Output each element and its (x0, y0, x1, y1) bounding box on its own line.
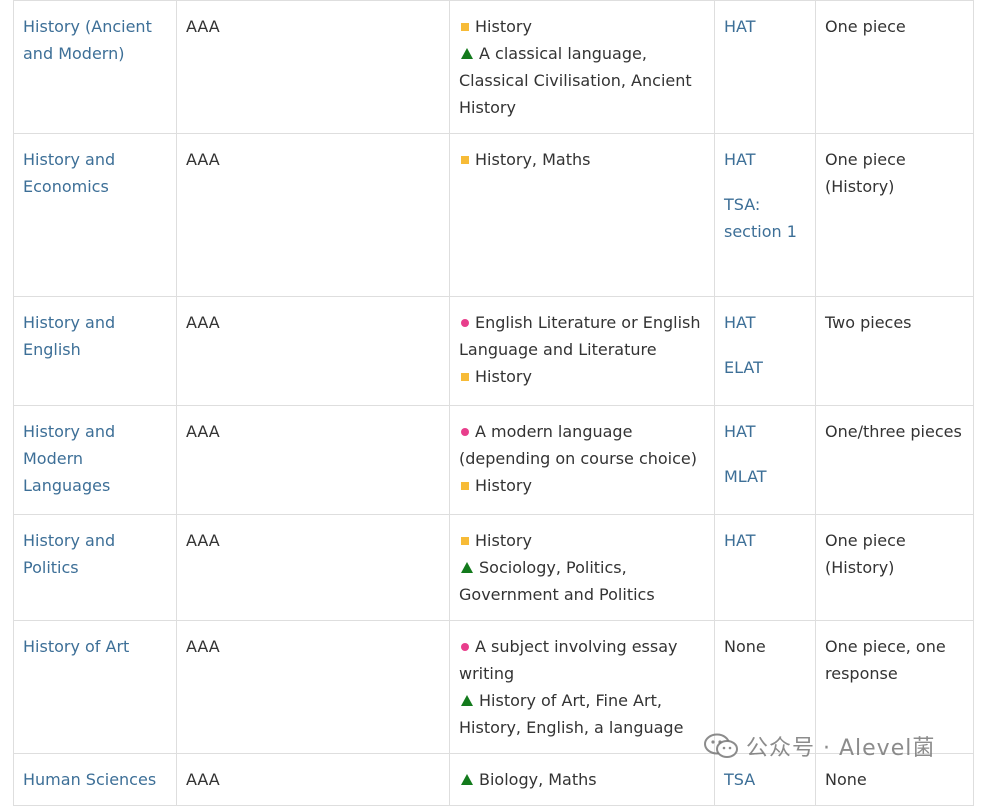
admissions-test-cell: HAT TSA: section 1 (714, 133, 816, 297)
grades-cell: AAA (176, 514, 450, 621)
course-link[interactable]: History and Politics (23, 531, 115, 577)
subject-text: A modern language (depending on course c… (459, 422, 698, 468)
course-link[interactable]: History and Modern Languages (23, 422, 115, 495)
course-link[interactable]: History and English (23, 313, 115, 359)
test-link[interactable]: HAT (724, 13, 806, 40)
dot-marker-icon (461, 428, 469, 436)
wechat-icon (704, 733, 738, 758)
subject-text: History (475, 531, 532, 550)
subject-requirement: History (459, 527, 705, 554)
square-marker-icon (461, 482, 469, 490)
subject-requirement: Biology, Maths (459, 766, 705, 793)
table-row: History (Ancient and Modern) AAA History A … (13, 0, 974, 134)
written-work-cell: Two pieces (815, 296, 974, 406)
watermark-text: 公众号 · Alevel菌 (746, 736, 936, 761)
courses-table: History (Ancient and Modern) AAA History A … (13, 0, 974, 806)
subjects-cell: Biology, Maths (449, 753, 715, 806)
grades-cell: AAA (176, 0, 450, 134)
test-link[interactable]: MLAT (724, 463, 806, 490)
table-row: History and English AAA English Literature… (13, 296, 974, 406)
test-link[interactable]: HAT (724, 146, 806, 173)
subjects-cell: A modern language (depending on course c… (449, 405, 715, 515)
subject-requirement: History (459, 472, 705, 499)
table-row: History and Economics AAA History, Maths HA… (13, 133, 974, 297)
test-link[interactable]: TSA (724, 766, 806, 793)
subject-text: A classical language, Classical Civilisa… (459, 44, 692, 117)
course-cell: Human Sciences (13, 753, 177, 806)
written-work-cell: One piece (History) (815, 133, 974, 297)
course-cell: History and Politics (13, 514, 177, 621)
triangle-marker-icon (461, 695, 473, 706)
subject-text: Biology, Maths (479, 770, 597, 789)
test-text: None (724, 637, 766, 656)
subject-requirement: History, Maths (459, 146, 705, 173)
subject-requirement: Sociology, Politics, Government and Poli… (459, 554, 705, 608)
written-work-cell: One piece (History) (815, 514, 974, 621)
admissions-test-cell: HAT (714, 514, 816, 621)
subjects-cell: History, Maths (449, 133, 715, 297)
subject-text: History (475, 476, 532, 495)
course-link[interactable]: Human Sciences (23, 770, 156, 789)
square-marker-icon (461, 373, 469, 381)
triangle-marker-icon (461, 562, 473, 573)
admissions-test-cell: HAT MLAT (714, 405, 816, 515)
table-row: History and Modern Languages AAA A modern … (13, 405, 974, 515)
admissions-test-cell: HAT (714, 0, 816, 134)
test-link[interactable]: HAT (724, 527, 806, 554)
dot-marker-icon (461, 319, 469, 327)
subject-requirement: A modern language (depending on course c… (459, 418, 705, 472)
watermark: 公众号 · Alevel菌 (704, 732, 936, 761)
test-link[interactable]: ELAT (724, 354, 806, 381)
test-link[interactable]: TSA: section 1 (724, 191, 806, 245)
subject-text: History (475, 367, 532, 386)
subject-requirement: History of Art, Fine Art, History, Engli… (459, 687, 705, 741)
subject-text: English Literature or English Language a… (459, 313, 701, 359)
subject-text: History, Maths (475, 150, 591, 169)
subject-text: A subject involving essay writing (459, 637, 678, 683)
subject-requirement: History (459, 363, 705, 390)
written-work-cell: One piece (815, 0, 974, 134)
subject-requirement: History (459, 13, 705, 40)
square-marker-icon (461, 537, 469, 545)
admissions-test-cell: HAT ELAT (714, 296, 816, 406)
course-link[interactable]: History (Ancient and Modern) (23, 17, 152, 63)
subjects-cell: History A classical language, Classical C… (449, 0, 715, 134)
dot-marker-icon (461, 643, 469, 651)
subjects-cell: History Sociology, Politics, Government a… (449, 514, 715, 621)
square-marker-icon (461, 156, 469, 164)
subject-requirement: A classical language, Classical Civilisa… (459, 40, 705, 121)
course-cell: History of Art (13, 620, 177, 754)
subjects-cell: A subject involving essay writing History… (449, 620, 715, 754)
grades-cell: AAA (176, 620, 450, 754)
triangle-marker-icon (461, 48, 473, 59)
course-link[interactable]: History and Economics (23, 150, 115, 196)
square-marker-icon (461, 23, 469, 31)
subject-text: History of Art, Fine Art, History, Engli… (459, 691, 684, 737)
course-cell: History and Economics (13, 133, 177, 297)
grades-cell: AAA (176, 753, 450, 806)
course-cell: History (Ancient and Modern) (13, 0, 177, 134)
written-work-cell: One/three pieces (815, 405, 974, 515)
subject-requirement: A subject involving essay writing (459, 633, 705, 687)
grades-cell: AAA (176, 133, 450, 297)
grades-cell: AAA (176, 405, 450, 515)
subjects-cell: English Literature or English Language a… (449, 296, 715, 406)
triangle-marker-icon (461, 774, 473, 785)
test-link[interactable]: HAT (724, 418, 806, 445)
course-cell: History and English (13, 296, 177, 406)
course-cell: History and Modern Languages (13, 405, 177, 515)
test-link[interactable]: HAT (724, 309, 806, 336)
subject-text: Sociology, Politics, Government and Poli… (459, 558, 655, 604)
table-row: History and Politics AAA History Sociology,… (13, 514, 974, 621)
subject-requirement: English Literature or English Language a… (459, 309, 705, 363)
course-link[interactable]: History of Art (23, 637, 129, 656)
subject-text: History (475, 17, 532, 36)
grades-cell: AAA (176, 296, 450, 406)
